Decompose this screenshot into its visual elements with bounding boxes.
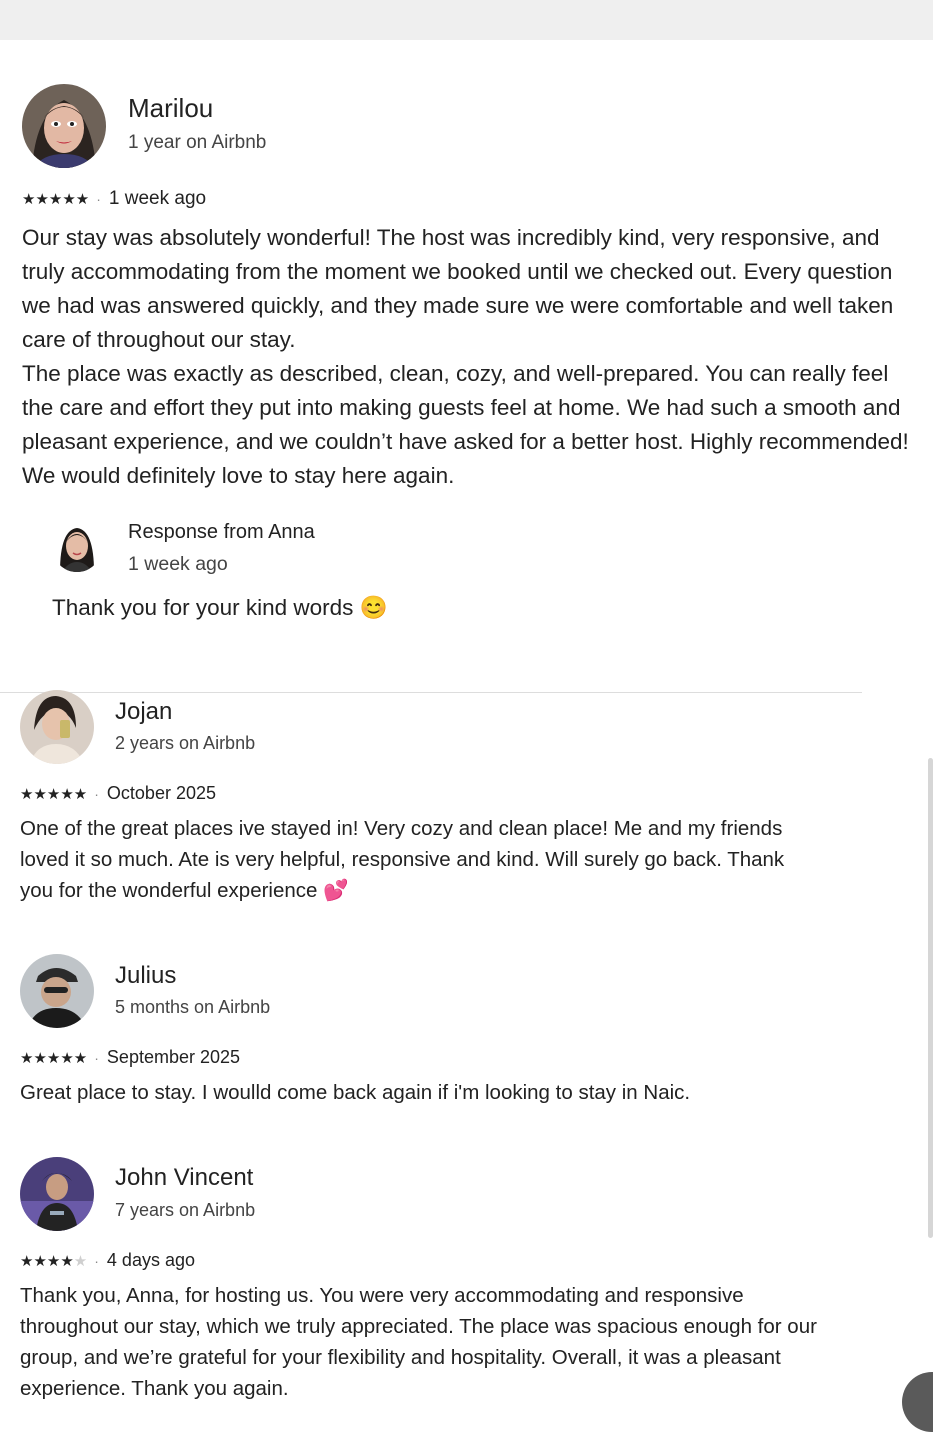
- review-text: Great place to stay. I woulld come back …: [20, 1081, 691, 1104]
- review-text: Our stay was absolutely wonderful! The h…: [22, 225, 894, 352]
- avatar-marilou[interactable]: [22, 84, 106, 168]
- top-bar: [0, 0, 933, 40]
- star-rating: ★★★★★: [20, 1252, 87, 1270]
- star-rating: ★★★★★: [22, 191, 90, 208]
- reviewer-name[interactable]: Julius: [115, 962, 176, 990]
- corner-button: [902, 1372, 933, 1432]
- stars-filled: ★★★★: [20, 1252, 74, 1270]
- reviewer-name[interactable]: John Vincent: [115, 1164, 253, 1192]
- response-text: Thank you for your kind words 😊: [52, 595, 388, 620]
- review-date: October 2025: [106, 783, 216, 803]
- avatar-jojan[interactable]: [20, 690, 94, 764]
- review-meta: ★★★★★ · September 2025: [20, 1047, 240, 1068]
- review-text: One of the great places ive stayed in! V…: [20, 817, 785, 902]
- review-date: 4 days ago: [106, 1250, 195, 1270]
- review-meta: ★★★★★ · 4 days ago: [20, 1250, 195, 1271]
- avatar-julius[interactable]: [20, 954, 94, 1028]
- review-meta: ★★★★★ · October 2025: [20, 783, 216, 804]
- review-meta: ★★★★★ · 1 week ago: [22, 188, 206, 210]
- reviewer-name[interactable]: Jojan: [115, 698, 172, 726]
- response-date: 1 week ago: [128, 553, 228, 575]
- scrollbar[interactable]: [928, 758, 933, 1238]
- review-date: 1 week ago: [108, 188, 207, 209]
- review-date: September 2025: [106, 1047, 241, 1067]
- avatar-anna[interactable]: [52, 522, 102, 572]
- reviewer-name[interactable]: Marilou: [128, 93, 213, 124]
- star-rating: ★★★★★: [20, 785, 88, 803]
- divider: [0, 692, 862, 693]
- separator-dot: ·: [94, 1049, 99, 1066]
- reviewer-tenure: 1 year on Airbnb: [128, 132, 267, 153]
- response-title: Response from Anna: [128, 521, 315, 543]
- separator-dot: ·: [94, 1252, 99, 1269]
- avatar-john-vincent[interactable]: [20, 1157, 94, 1231]
- reviewer-tenure: 2 years on Airbnb: [115, 733, 256, 753]
- star-rating: ★★★★★: [20, 1049, 88, 1067]
- review-text: Thank you, Anna, for hosting us. You wer…: [20, 1284, 817, 1400]
- reviewer-tenure: 5 months on Airbnb: [115, 997, 271, 1017]
- reviewer-tenure: 7 years on Airbnb: [115, 1200, 256, 1220]
- stars-empty: ★: [73, 1252, 88, 1270]
- review-text-continued: The place was exactly as described, clea…: [22, 361, 909, 488]
- separator-dot: ·: [94, 785, 99, 802]
- separator-dot: ·: [96, 191, 101, 207]
